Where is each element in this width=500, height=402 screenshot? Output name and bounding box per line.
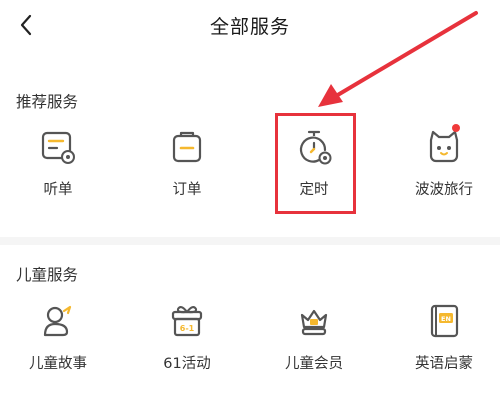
order-clipboard-icon: [168, 128, 206, 166]
service-label: 英语启蒙: [415, 356, 473, 372]
service-item-order[interactable]: 订单: [132, 128, 242, 208]
section-title-recommended: 推荐服务: [16, 93, 79, 111]
svg-text:EN: EN: [441, 315, 451, 323]
crown-vip-icon: [295, 302, 333, 340]
service-label: 听单: [43, 182, 73, 198]
page-title: 全部服务: [209, 16, 290, 38]
section-divider: [0, 237, 500, 245]
svg-text:6-1: 6-1: [180, 324, 195, 333]
service-item-61-event[interactable]: 6-1 61活动: [132, 302, 242, 382]
annotation-highlight-box: [275, 113, 356, 214]
service-label: 波波旅行: [415, 182, 473, 198]
listen-list-icon: [39, 128, 77, 166]
service-item-child-story[interactable]: 儿童故事: [3, 302, 113, 382]
service-label: 儿童会员: [285, 356, 343, 372]
section-title-children: 儿童服务: [16, 266, 79, 284]
service-item-bobo-travel[interactable]: 波波旅行: [389, 124, 499, 208]
english-book-icon: EN: [425, 302, 463, 340]
service-label: 儿童故事: [29, 356, 87, 372]
service-label: 61活动: [163, 356, 211, 372]
cat-travel-icon: [425, 128, 463, 166]
header-bar: 全部服务: [0, 0, 500, 52]
service-item-listen-list[interactable]: 听单: [3, 128, 113, 208]
gift-61-icon: 6-1: [168, 302, 206, 340]
service-item-child-vip[interactable]: 儿童会员: [259, 302, 369, 382]
notification-dot: [452, 124, 460, 132]
service-label: 订单: [172, 182, 202, 198]
child-story-icon: [39, 302, 77, 340]
service-item-english[interactable]: EN 英语启蒙: [389, 302, 499, 382]
